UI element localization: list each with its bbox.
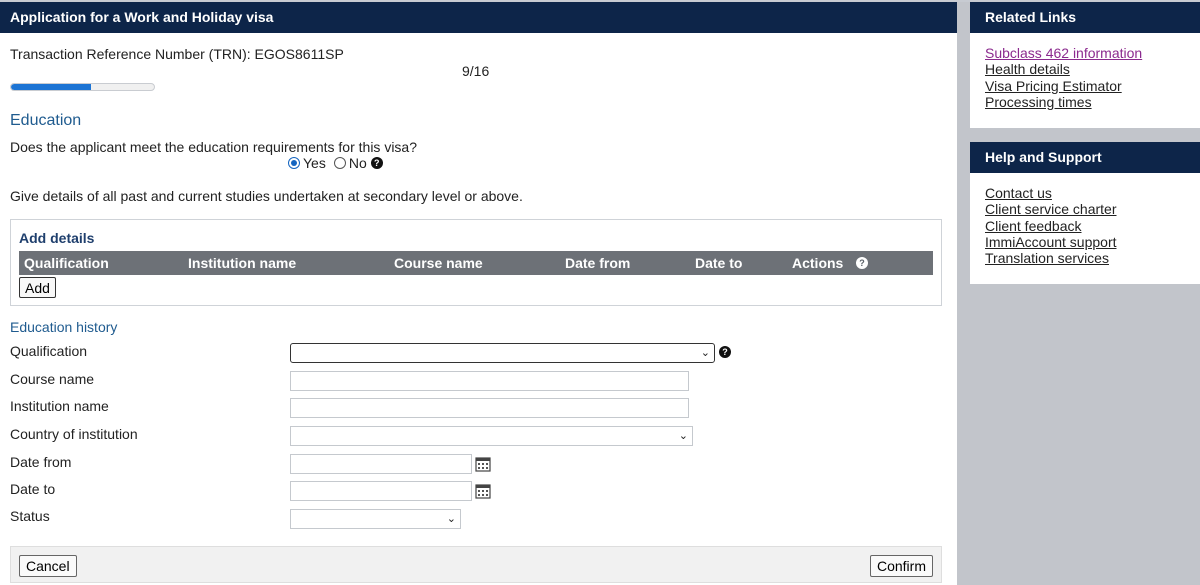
- status-select[interactable]: ⌄: [290, 509, 461, 529]
- add-button[interactable]: Add: [19, 277, 56, 298]
- related-links-list: Subclass 462 information Health details …: [970, 33, 1200, 120]
- label-date-to: Date to: [10, 481, 56, 497]
- sidebar: Related Links Subclass 462 information H…: [957, 2, 1200, 585]
- link-client-service-charter[interactable]: Client service charter: [985, 201, 1185, 217]
- confirm-button[interactable]: Confirm: [869, 555, 933, 577]
- column-header-date-from: Date from: [565, 255, 631, 271]
- country-select[interactable]: ⌄: [290, 426, 693, 446]
- help-support-card: Help and Support Contact us Client servi…: [970, 142, 1200, 284]
- progress-bar: [10, 83, 155, 91]
- label-qualification: Qualification: [10, 343, 88, 359]
- column-header-course: Course name: [394, 255, 483, 271]
- qualification-help-icon[interactable]: ?: [719, 346, 731, 358]
- course-name-input[interactable]: [290, 371, 689, 391]
- column-header-date-to: Date to: [695, 255, 743, 271]
- related-links-title: Related Links: [970, 2, 1200, 33]
- help-support-title: Help and Support: [970, 142, 1200, 173]
- actions-help-icon[interactable]: ?: [856, 257, 868, 269]
- education-radio-group: Yes No ?: [288, 155, 383, 171]
- chevron-down-icon: ⌄: [446, 513, 456, 525]
- radio-yes[interactable]: Yes: [288, 155, 326, 171]
- label-date-from: Date from: [10, 454, 72, 470]
- label-status: Status: [10, 508, 50, 524]
- label-course-name: Course name: [10, 371, 95, 387]
- label-institution-name: Institution name: [10, 398, 109, 414]
- section-title-education-history: Education history: [10, 319, 118, 335]
- label-country: Country of institution: [10, 426, 138, 442]
- institution-name-input[interactable]: [290, 398, 689, 418]
- step-indicator: 9/16: [462, 63, 490, 79]
- qualification-select[interactable]: ⌄: [290, 343, 715, 363]
- chevron-down-icon: ⌄: [678, 430, 688, 442]
- column-header-institution: Institution name: [188, 255, 297, 271]
- radio-yes-label: Yes: [303, 155, 326, 171]
- related-links-card: Related Links Subclass 462 information H…: [970, 2, 1200, 128]
- column-header-actions: Actions: [792, 255, 844, 271]
- link-processing-times[interactable]: Processing times: [985, 94, 1185, 110]
- question-circle-icon[interactable]: ?: [370, 157, 383, 169]
- trn-text: Transaction Reference Number (TRN): EGOS…: [10, 46, 344, 62]
- calendar-icon[interactable]: [475, 456, 491, 472]
- cancel-button[interactable]: Cancel: [19, 555, 77, 577]
- calendar-icon[interactable]: [475, 483, 491, 499]
- form-footer: Cancel Confirm: [10, 546, 942, 583]
- table-header: Qualification Institution name Course na…: [19, 251, 933, 275]
- help-support-list: Contact us Client service charter Client…: [970, 173, 1200, 276]
- link-visa-pricing[interactable]: Visa Pricing Estimator: [985, 78, 1185, 94]
- chevron-down-icon: ⌄: [700, 347, 710, 359]
- radio-no[interactable]: No: [333, 155, 367, 171]
- education-question: Does the applicant meet the education re…: [10, 139, 418, 155]
- page-title: Application for a Work and Holiday visa: [0, 2, 957, 33]
- section-title-education: Education: [10, 112, 82, 129]
- education-instructions: Give details of all past and current stu…: [10, 188, 523, 204]
- radio-yes-dot[interactable]: [288, 157, 300, 169]
- link-contact-us[interactable]: Contact us: [985, 185, 1185, 201]
- link-immiaccount-support[interactable]: ImmiAccount support: [985, 234, 1185, 250]
- link-health-details[interactable]: Health details: [985, 61, 1185, 77]
- date-from-input[interactable]: [290, 454, 472, 474]
- progress-fill: [11, 84, 92, 90]
- link-translation-services[interactable]: Translation services: [985, 250, 1185, 266]
- add-details-title: Add details: [19, 230, 95, 246]
- link-subclass-462[interactable]: Subclass 462 information: [985, 45, 1185, 61]
- add-details-box: Add details Qualification Institution na…: [10, 219, 942, 306]
- column-header-qualification: Qualification: [24, 255, 109, 271]
- date-to-input[interactable]: [290, 481, 472, 501]
- radio-no-label: No: [348, 155, 367, 171]
- link-client-feedback[interactable]: Client feedback: [985, 218, 1185, 234]
- radio-no-dot[interactable]: [333, 157, 346, 169]
